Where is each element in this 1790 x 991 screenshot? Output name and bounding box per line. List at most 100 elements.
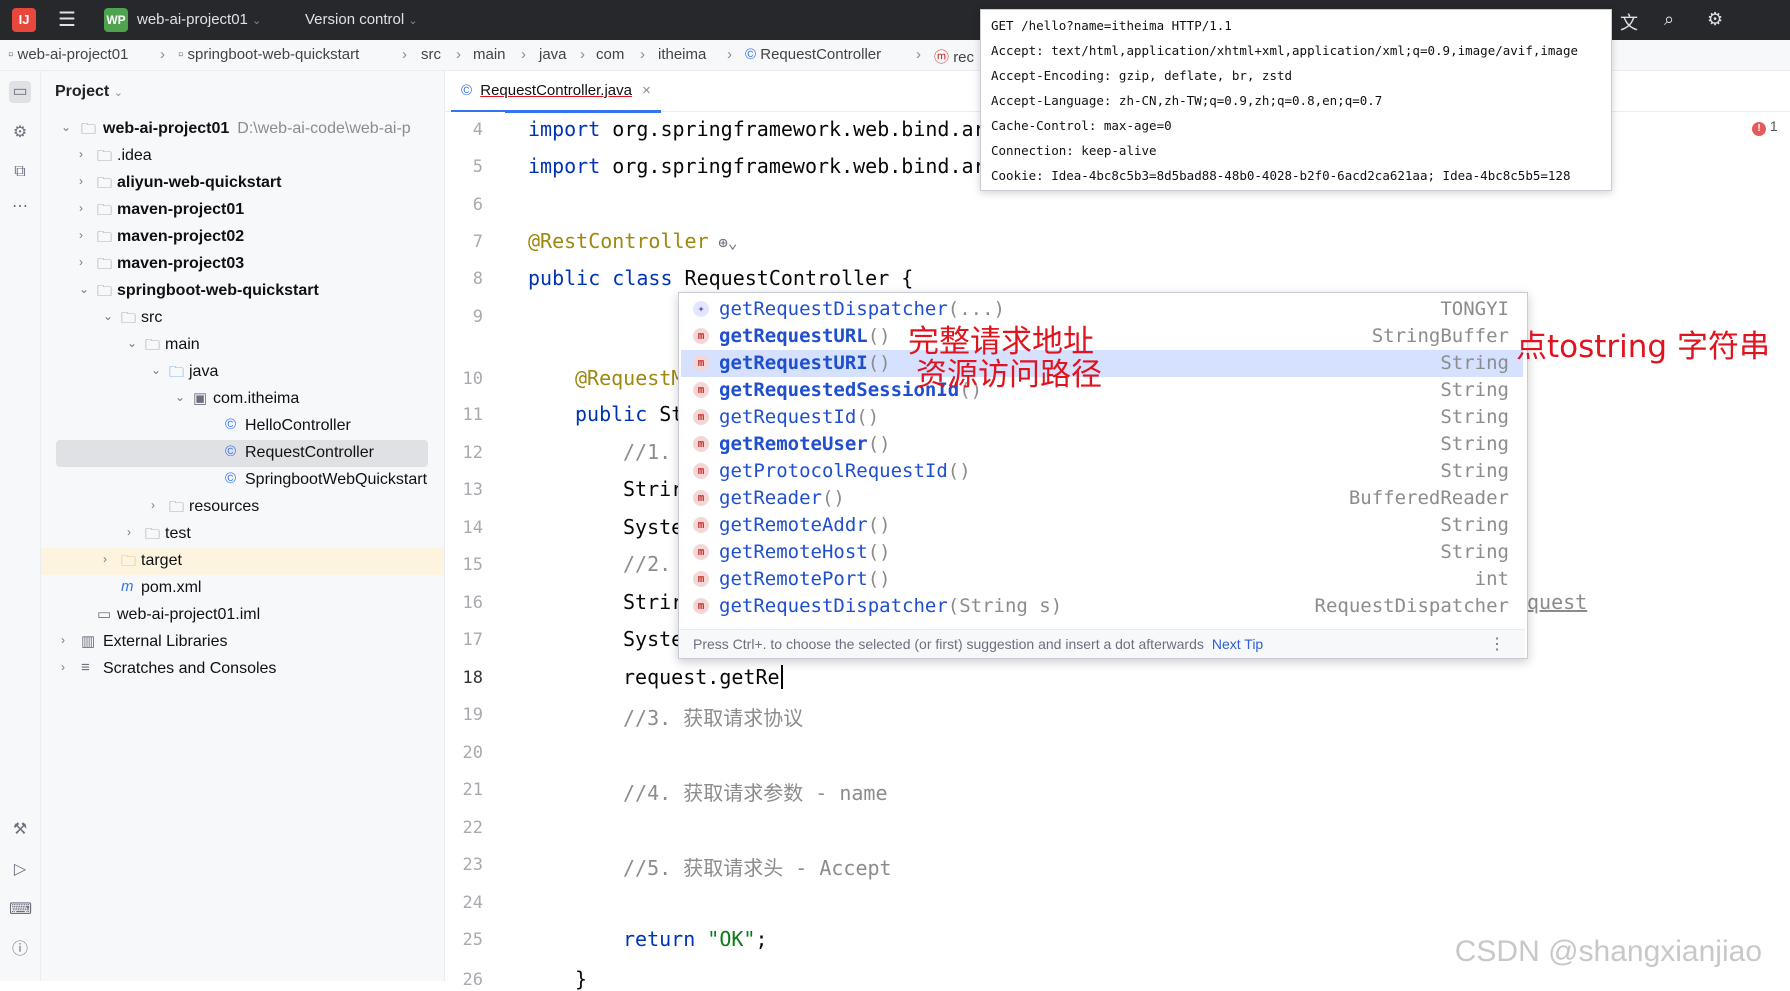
- line-number: 21: [462, 780, 483, 800]
- tree-item-label: main: [165, 336, 200, 353]
- tree-item-label: src: [141, 309, 163, 326]
- method-icon: m: [693, 571, 709, 587]
- completion-item[interactable]: m getProtocolRequestId() String: [681, 458, 1523, 485]
- structure-icon[interactable]: ⧉: [9, 161, 31, 183]
- tree-item[interactable]: ⌄ ▣ com.itheima: [41, 386, 444, 413]
- completion-item[interactable]: m getRequestDispatcher(String s) Request…: [681, 593, 1523, 620]
- code-line: //4. 获取请求参数 - name: [623, 781, 888, 805]
- breadcrumb-item[interactable]: com: [596, 46, 624, 63]
- breadcrumb-item[interactable]: © RequestController: [745, 46, 881, 63]
- current-code-line[interactable]: request.getRe: [623, 665, 783, 689]
- completion-item[interactable]: m getRemoteUser() String: [681, 431, 1523, 458]
- tree-item[interactable]: › 🗀 maven-project03: [41, 251, 444, 278]
- resources-folder-icon: 🗀: [169, 499, 185, 516]
- breadcrumb-separator: ›: [727, 46, 732, 63]
- code-line: Syste: [623, 627, 684, 651]
- tree-item[interactable]: › 🗀 .idea: [41, 143, 444, 170]
- main-menu-icon[interactable]: ☰: [58, 10, 76, 30]
- chevron-down-icon: ⌄: [151, 363, 162, 377]
- method-icon: m: [693, 436, 709, 452]
- tree-item[interactable]: © SpringbootWebQuickstart: [41, 467, 444, 494]
- more-icon[interactable]: ⋯: [9, 196, 31, 218]
- completion-item-selected[interactable]: m getRequestURI() String: [681, 350, 1523, 377]
- annotation-uri: 资源访问路径: [916, 357, 1102, 393]
- completion-item[interactable]: m getRemoteAddr() String: [681, 512, 1523, 539]
- settings-gear-icon[interactable]: ⚙: [9, 122, 31, 144]
- completion-item[interactable]: m getRemotePort() int: [681, 566, 1523, 593]
- completion-item[interactable]: m getReader() BufferedReader: [681, 485, 1523, 512]
- folder-icon: 🗀: [145, 337, 161, 354]
- project-switcher[interactable]: web-ai-project01 ⌄: [137, 11, 261, 28]
- tree-item[interactable]: › 🗀 maven-project01: [41, 197, 444, 224]
- tree-item[interactable]: ⌄ 🗀 springboot-web-quickstart: [41, 278, 444, 305]
- terminal-icon[interactable]: ⌨: [9, 899, 32, 921]
- tree-item[interactable]: › 🗀 resources: [41, 494, 444, 521]
- line-number: 24: [462, 893, 483, 913]
- tree-item[interactable]: ⌄ 🗀 main: [41, 332, 444, 359]
- search-icon[interactable]: ⌕: [1664, 9, 1674, 30]
- tree-item[interactable]: › ▥ External Libraries: [41, 629, 444, 656]
- completion-item[interactable]: m getRequestId() String: [681, 404, 1523, 431]
- chevron-right-icon: ›: [61, 660, 65, 674]
- tree-item[interactable]: › ≡ Scratches and Consoles: [41, 656, 444, 683]
- line-number: 20: [462, 743, 483, 763]
- project-folder-icon[interactable]: ▭: [9, 81, 31, 103]
- more-options-icon[interactable]: ⋮: [1489, 634, 1505, 654]
- tree-item-label: RequestController: [245, 444, 374, 461]
- tree-item[interactable]: › 🗀 test: [41, 521, 444, 548]
- settings-icon[interactable]: ⚙: [1707, 9, 1723, 30]
- project-badge[interactable]: WP: [104, 8, 128, 32]
- tree-item[interactable]: › 🗀 aliyun-web-quickstart: [41, 170, 444, 197]
- line-number: 25: [462, 930, 483, 950]
- error-indicator[interactable]: ! 1: [1752, 118, 1778, 136]
- breadcrumb-item[interactable]: main: [473, 46, 506, 63]
- chevron-right-icon: ›: [79, 201, 83, 215]
- completion-item[interactable]: m getRequestURL() StringBuffer: [681, 323, 1523, 350]
- run-icon[interactable]: ▷: [9, 859, 31, 881]
- completion-item[interactable]: ✦ getRequestDispatcher(...) TONGYI: [681, 296, 1523, 323]
- line-number: 16: [462, 593, 483, 613]
- close-icon[interactable]: ×: [642, 82, 651, 99]
- breadcrumb-item[interactable]: java: [539, 46, 567, 63]
- tree-item[interactable]: ▭ web-ai-project01.iml: [41, 602, 444, 629]
- line-number: 9: [472, 307, 483, 327]
- next-tip-link[interactable]: Next Tip: [1212, 636, 1263, 652]
- globe-icon[interactable]: ⊕⌄: [709, 233, 737, 252]
- line-number: 17: [462, 630, 483, 650]
- tree-item[interactable]: › 🗀 target: [41, 548, 444, 575]
- code-line: @RequestM: [575, 366, 684, 390]
- chevron-right-icon: ›: [103, 552, 107, 566]
- http-line: Accept-Encoding: gzip, deflate, br, zstd: [991, 68, 1293, 83]
- excluded-folder-icon: 🗀: [121, 553, 137, 570]
- tree-item-selected[interactable]: © RequestController: [56, 440, 428, 467]
- tree-item-label: resources: [189, 498, 260, 515]
- app-logo-icon[interactable]: IJ: [12, 8, 36, 32]
- tree-root[interactable]: ⌄ 🗀 web-ai-project01 D:\web-ai-code\web-a…: [41, 116, 444, 143]
- breadcrumb-item[interactable]: src: [421, 46, 441, 63]
- tree-root-path: D:\web-ai-code\web-ai-p: [237, 120, 411, 137]
- completion-item[interactable]: m getRequestedSessionId() String: [681, 377, 1523, 404]
- version-control-menu[interactable]: Version control ⌄: [305, 11, 418, 28]
- tree-item[interactable]: ⌄ 🗀 java: [41, 359, 444, 386]
- completion-item[interactable]: m getRemoteHost() String: [681, 539, 1523, 566]
- line-number: 10: [462, 369, 483, 389]
- build-hammer-icon[interactable]: ⚒: [9, 819, 31, 841]
- tab-requestcontroller[interactable]: © RequestController.java ×: [451, 71, 661, 113]
- tree-item-label: web-ai-project01.iml: [117, 606, 261, 623]
- breadcrumb-item[interactable]: ⓜ rec: [934, 46, 974, 67]
- tree-item[interactable]: m pom.xml: [41, 575, 444, 602]
- breadcrumb-item[interactable]: ▫ springboot-web-quickstart: [178, 46, 359, 63]
- breadcrumb-item[interactable]: itheima: [658, 46, 706, 63]
- breadcrumb-item[interactable]: ▫ web-ai-project01: [8, 46, 128, 63]
- breadcrumb-separator: ›: [160, 46, 165, 63]
- translate-icon[interactable]: 文: [1620, 9, 1638, 35]
- tree-item-label: com.itheima: [213, 390, 300, 407]
- tree-item[interactable]: ⌄ 🗀 src: [41, 305, 444, 332]
- http-line: GET /hello?name=itheima HTTP/1.1: [991, 18, 1232, 33]
- code-line: //3. 获取请求协议: [623, 706, 804, 730]
- tree-item[interactable]: © HelloController: [41, 413, 444, 440]
- chevron-down-icon: ⌄: [113, 87, 123, 99]
- problems-icon[interactable]: ⓘ: [9, 939, 31, 961]
- tree-item[interactable]: › 🗀 maven-project02: [41, 224, 444, 251]
- project-panel-title[interactable]: Project ⌄: [55, 83, 123, 101]
